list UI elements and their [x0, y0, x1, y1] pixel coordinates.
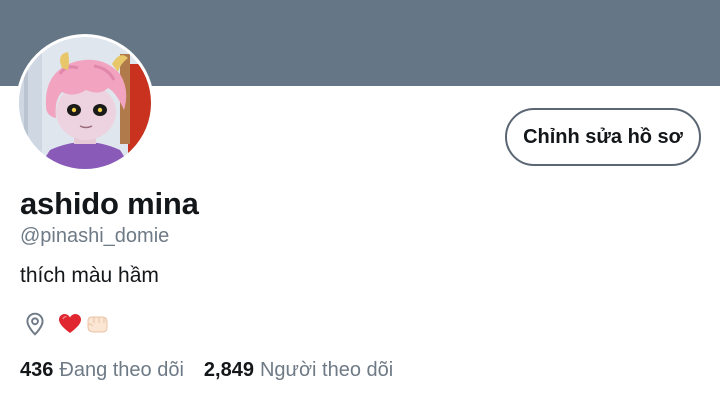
edit-profile-button[interactable]: Chỉnh sửa hồ sơ: [505, 108, 701, 166]
location-text: [58, 312, 110, 336]
profile-location: [22, 310, 110, 338]
profile-bio: thích màu hầm: [20, 264, 159, 287]
followers-count: 2,849: [203, 359, 254, 381]
followers-stat[interactable]: 2,849 Người theo dõi: [204, 359, 393, 382]
heart-fist-emoji-icon: [59, 314, 108, 333]
following-count: 436: [20, 359, 54, 381]
following-label: Đang theo dõi: [59, 359, 184, 381]
location-pin-icon: [26, 312, 44, 336]
profile-stats: 436 Đang theo dõi 2,849 Người theo dõi: [20, 359, 393, 382]
following-stat[interactable]: 436 Đang theo dõi: [20, 359, 184, 382]
followers-label: Người theo dõi: [259, 359, 394, 381]
avatar-image: [19, 37, 151, 169]
username-handle: @pinashi_domie: [20, 225, 170, 247]
avatar[interactable]: [16, 34, 154, 172]
display-name: ashido mina: [20, 186, 199, 221]
